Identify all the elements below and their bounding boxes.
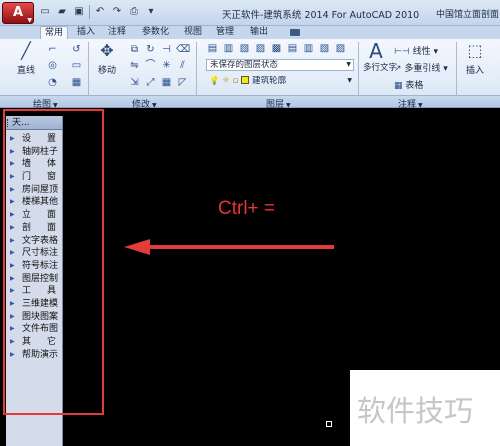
array-icon[interactable]: ▦ [160,76,173,89]
layer-color-swatch [241,76,250,84]
chamfer-icon[interactable]: ◸ [176,76,189,89]
multileader-button[interactable]: ↗ 多重引线 ▾ [394,61,448,74]
insert-block-icon: ⬚ [467,41,483,60]
ribbon-group-labels: 绘图 ▼ 修改 ▼ 图层 ▼ 注释 ▼ [0,96,500,110]
redo-icon[interactable]: ↷ [110,5,124,19]
chevron-down-icon: ▼ [347,77,352,84]
rectangle-icon[interactable]: ▭ [70,59,83,72]
erase-icon[interactable]: ⌫ [176,43,190,56]
print-icon[interactable]: ⎙ [127,5,141,19]
insert-block-button[interactable]: ⬚ 插入 [462,41,488,76]
copy-icon[interactable]: ⧉ [128,43,141,56]
highlight-box [3,109,104,415]
customize-qat-icon[interactable]: ▾ [144,5,158,19]
panel-toggle-icon[interactable] [290,29,300,36]
circle-icon[interactable]: ◎ [46,59,59,72]
mirror-icon[interactable]: ⇋ [128,59,141,72]
multileader-label: 多重引线 [404,64,441,74]
toolbar-divider [89,5,90,19]
table-icon: ▦ [394,81,403,91]
chevron-down-icon: ▼ [346,61,351,68]
move-label: 移动 [97,66,116,76]
save-icon[interactable]: ▣ [72,5,86,19]
line-button[interactable]: ╱ 直线 [8,41,44,76]
chevron-down-icon: ▼ [418,102,423,109]
unlock-icon: ▫ [232,76,239,86]
layer-merge-icon[interactable]: ▨ [334,42,347,55]
line-icon: ╱ [21,41,31,60]
lightbulb-icon: 💡 [209,76,220,86]
open-icon[interactable]: ▰ [55,5,69,19]
explode-icon[interactable]: ✳ [160,59,173,72]
move-icon: ✥ [100,41,114,60]
title-bar: A ▼ ▭ ▰ ▣ ↶ ↷ ⎙ ▾ 天正软件-建筑系统 2014 For Auto… [0,0,500,26]
chevron-down-icon: ▼ [286,102,291,109]
ribbon-panel: ╱ 直线 ⌐ ◎ ◔ ↺ ▭ ▦ ✥ 移动 ⧉ ↻ ⊣ ⌫ ⇋ ⌒ ✳ ⫽ ⇲ … [0,39,500,96]
table-label: 表格 [405,81,424,91]
tab-home[interactable]: 常用 [40,26,69,39]
layer-isolate-icon[interactable]: ▥ [222,42,235,55]
scale-icon[interactable]: ⤢ [144,76,157,89]
watermark: 软件技巧 [357,394,474,428]
shortcut-annotation: Ctrl+ = [218,198,276,219]
layer-off-icon[interactable]: ▨ [254,42,267,55]
offset-icon[interactable]: ⫽ [176,59,189,72]
sun-icon: ☼ [222,76,230,86]
current-layer-dropdown[interactable]: 💡 ☼ ▫ 建筑轮廓 ▼ [206,76,354,88]
tab-manage[interactable]: 管理 [212,26,238,39]
chevron-down-icon: ▼ [152,102,157,109]
fillet-icon[interactable]: ⌒ [144,59,157,72]
table-button[interactable]: ▦ 表格 [394,78,423,91]
line-label: 直线 [16,66,35,76]
layer-properties-icon[interactable]: ▤ [206,42,219,55]
rotate-tool-icon[interactable]: ↻ [144,43,157,56]
ribbon-tabs: 常用 插入 注释 参数化 视图 管理 输出 [0,26,500,39]
arrow-left-icon [124,239,334,255]
tab-view[interactable]: 视图 [180,26,206,39]
app-logo: A [12,5,24,20]
tab-insert[interactable]: 插入 [73,26,99,39]
chevron-down-icon: ▼ [53,102,58,109]
tab-output[interactable]: 输出 [246,26,272,39]
quick-access-toolbar: ▭ ▰ ▣ ↶ ↷ ⎙ ▾ [38,5,158,19]
move-button[interactable]: ✥ 移动 [92,41,122,76]
multileader-icon: ↗ [394,64,402,74]
arc-icon[interactable]: ◔ [46,76,59,89]
layer-state-value: 未保存的图层状态 [210,60,279,70]
layer-state-dropdown[interactable]: 未保存的图层状态 ▼ [206,59,354,71]
cursor-pickbox [326,421,332,427]
insert-label: 插入 [465,66,484,76]
layer-walk-icon[interactable]: ▧ [318,42,331,55]
layer-freeze-icon[interactable]: ▧ [238,42,251,55]
mtext-label: 多行文字 [363,63,398,73]
trim-icon[interactable]: ⊣ [160,43,173,56]
linear-dimension-button[interactable]: ⊢⊣ 线性 ▾ [394,44,438,57]
tab-annotate[interactable]: 注释 [104,26,130,39]
undo-icon[interactable]: ↶ [93,5,107,19]
layer-lock-icon[interactable]: ▩ [270,42,283,55]
layer-previous-icon[interactable]: ▥ [302,42,315,55]
current-layer-value: 建筑轮廓 [252,76,287,86]
new-icon[interactable]: ▭ [38,5,52,19]
linear-dimension-icon: ⊢⊣ [394,47,410,57]
hatch-icon[interactable]: ▦ [70,76,83,89]
polyline-icon[interactable]: ⌐ [46,43,59,56]
text-a-icon: A [369,39,383,63]
window-title: 天正软件-建筑系统 2014 For AutoCAD 2010 [222,10,420,21]
layer-match-icon[interactable]: ▤ [286,42,299,55]
stretch-icon[interactable]: ⇲ [128,76,141,89]
linear-label: 线性 [412,47,431,57]
rotate-icon[interactable]: ↺ [70,43,83,56]
tab-parametric[interactable]: 参数化 [138,26,173,39]
document-title: 中国馆立面剖面 [436,10,500,20]
application-menu-button[interactable]: A ▼ [2,2,34,24]
mtext-button[interactable]: A 多行文字 [363,39,398,73]
